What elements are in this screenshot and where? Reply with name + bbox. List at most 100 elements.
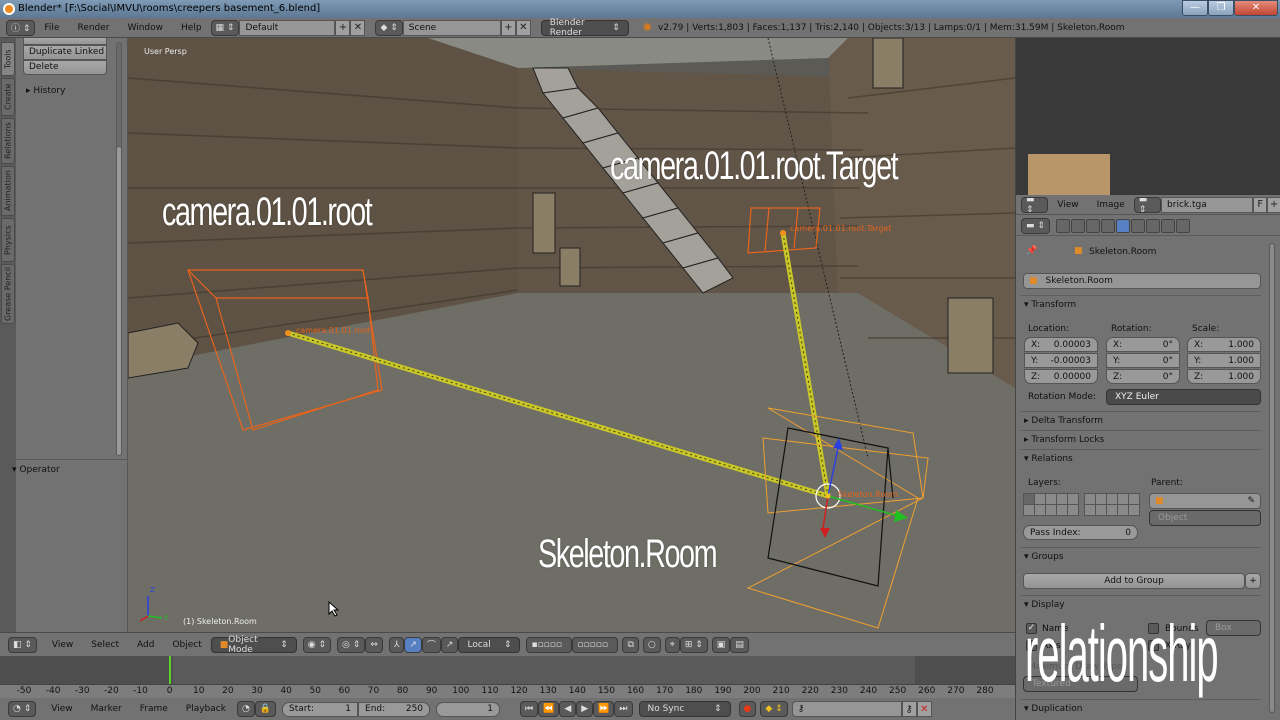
render-tab-icon[interactable] xyxy=(1055,218,1070,233)
close-button[interactable]: ✕ xyxy=(1234,0,1278,16)
parent-type-dropdown[interactable]: Object xyxy=(1149,510,1261,526)
object-tab-icon[interactable] xyxy=(1115,218,1130,233)
transform-locks-header[interactable]: ▸ Transform Locks xyxy=(1021,430,1261,448)
new-image-button[interactable]: + xyxy=(1267,196,1280,213)
tab-create[interactable]: Create xyxy=(1,78,15,116)
physics-tab-icon[interactable] xyxy=(1175,218,1190,233)
rotation-mode-dropdown[interactable]: XYZ Euler xyxy=(1106,389,1261,405)
menu-help[interactable]: Help xyxy=(172,23,211,33)
timeline-area[interactable] xyxy=(0,656,1015,684)
location-x-field[interactable]: X: 0.00003 xyxy=(1024,337,1098,352)
view3d-menu-object[interactable]: Object xyxy=(163,640,210,650)
minimize-button[interactable]: — xyxy=(1182,0,1208,16)
texture-tab-icon[interactable] xyxy=(1160,218,1175,233)
record-button[interactable]: ● xyxy=(738,701,757,717)
timeline-menu-playback[interactable]: Playback xyxy=(177,704,235,714)
scale-z-field[interactable]: Z: 1.000 xyxy=(1187,369,1261,384)
use-preview-range-icon[interactable]: ◔ xyxy=(236,701,255,717)
proportional-edit-icon[interactable]: ○ xyxy=(642,636,661,653)
view3d-menu-add[interactable]: Add xyxy=(128,640,163,650)
image-editor-type-button[interactable]: ▬ ⇕ xyxy=(1021,195,1049,215)
screen-layout-field[interactable]: Default xyxy=(239,19,336,36)
snap-icon[interactable]: ⌖ xyxy=(664,636,680,653)
jump-end-button[interactable]: ⏭ xyxy=(614,701,633,717)
layers-grid-2[interactable] xyxy=(1084,493,1140,516)
menu-render[interactable]: Render xyxy=(68,23,118,33)
remove-layout-button[interactable]: ✕ xyxy=(350,19,366,36)
view3d-menu-view[interactable]: View xyxy=(43,640,82,650)
add-group-plus-button[interactable]: + xyxy=(1245,573,1261,589)
lock-layers-icon[interactable]: ⧉ xyxy=(622,636,639,653)
image-editor-canvas[interactable] xyxy=(1016,38,1280,195)
timeline-menu-frame[interactable]: Frame xyxy=(131,704,177,714)
tab-physics[interactable]: Physics xyxy=(1,218,15,262)
scene-icon[interactable]: ◆ ⇕ xyxy=(375,19,403,36)
jump-start-button[interactable]: ⏮ xyxy=(520,701,539,717)
scene-field[interactable]: Scene xyxy=(402,19,501,36)
pivot-point-button[interactable]: ◎ ⇕ xyxy=(337,636,366,653)
properties-scrollbar[interactable] xyxy=(1269,243,1275,713)
image-name-field[interactable]: brick.tga xyxy=(1161,196,1254,213)
screen-layout-icon[interactable]: ▦ ⇕ xyxy=(210,19,240,36)
tab-tools[interactable]: Tools xyxy=(1,42,15,76)
constraints-tab-icon[interactable] xyxy=(1130,218,1145,233)
render-engine-dropdown[interactable]: Blender Render ⇕ xyxy=(540,18,629,38)
play-button[interactable]: ▶ xyxy=(576,701,594,717)
lock-time-icon[interactable]: 🔒 xyxy=(254,701,277,717)
add-to-group-button[interactable]: Add to Group xyxy=(1023,573,1245,589)
operator-panel-header[interactable]: ▾ Operator xyxy=(12,465,60,475)
tab-relations[interactable]: Relations xyxy=(1,118,15,164)
transform-panel-header[interactable]: ▾ Transform xyxy=(1021,295,1261,313)
3d-editor-type-button[interactable]: ◧ ⇕ xyxy=(8,636,37,653)
remove-scene-button[interactable]: ✕ xyxy=(515,19,531,36)
manipulator-rotate[interactable]: ⌒ xyxy=(421,636,441,653)
scale-x-field[interactable]: X: 1.000 xyxy=(1187,337,1261,352)
tool-shelf-scroll-thumb[interactable] xyxy=(116,146,122,456)
jump-keyframe-forward-button[interactable]: ⏩ xyxy=(593,701,615,717)
pin-icon[interactable]: 📌 xyxy=(1026,246,1037,256)
duplicate-linked-button[interactable]: Duplicate Linked xyxy=(23,45,107,60)
delta-transform-header[interactable]: ▸ Delta Transform xyxy=(1021,411,1261,429)
snap-element-icon[interactable]: ⊞ ⇕ xyxy=(679,636,708,653)
viewport-shading-button[interactable]: ◉ ⇕ xyxy=(302,636,332,653)
world-tab-icon[interactable] xyxy=(1100,218,1115,233)
rotation-y-field[interactable]: Y: 0° xyxy=(1106,353,1180,368)
timeline-menu-view[interactable]: View xyxy=(42,704,81,714)
groups-panel-header[interactable]: ▾ Groups xyxy=(1021,547,1261,565)
keying-set-field[interactable]: ⚷ xyxy=(791,701,902,717)
history-panel-header[interactable]: ▸ History xyxy=(26,86,65,96)
editor-type-info-button[interactable]: ⓘ ⇕ xyxy=(6,19,36,36)
opengl-render-icon[interactable]: ▣ xyxy=(711,636,731,653)
image-browse-button[interactable]: ▬ ⇕ xyxy=(1133,195,1162,215)
start-frame-field[interactable]: Start: 1 xyxy=(282,701,359,717)
current-frame-field[interactable]: 1 xyxy=(436,701,501,717)
timeline-editor-type-button[interactable]: ◔ ⇕ xyxy=(8,701,37,717)
layer-buttons-1[interactable]: ▪▫▫▫▫ xyxy=(526,636,573,653)
timeline-menu-marker[interactable]: Marker xyxy=(82,704,131,714)
jump-keyframe-back-button[interactable]: ⏪ xyxy=(538,701,560,717)
object-name-field[interactable]: ■ Skeleton.Room xyxy=(1023,273,1261,289)
menu-file[interactable]: File xyxy=(35,23,68,33)
scene-tab-icon[interactable] xyxy=(1085,218,1100,233)
eyedropper-icon[interactable]: ✎ xyxy=(1247,496,1255,506)
relations-panel-header[interactable]: ▾ Relations xyxy=(1021,449,1261,467)
manipulator-toggle[interactable]: ⇔ xyxy=(365,636,383,653)
maximize-button[interactable]: ❐ xyxy=(1208,0,1234,16)
rotation-x-field[interactable]: X: 0° xyxy=(1106,337,1180,352)
end-frame-field[interactable]: End: 250 xyxy=(358,701,431,717)
timeline-ruler[interactable]: -50 -40 -30 -20 -10 0 10 20 30 40 50 60 70 80 90 100 110… xyxy=(0,684,1015,698)
image-menu-view[interactable]: View xyxy=(1048,200,1087,210)
3d-viewport[interactable]: User Persp (1) Skeleton.Room Z Y camera.… xyxy=(128,38,1015,632)
rotation-z-field[interactable]: Z: 0° xyxy=(1106,369,1180,384)
image-menu-image[interactable]: Image xyxy=(1088,200,1134,210)
manipulator-scale[interactable]: ↗ xyxy=(440,636,459,653)
current-frame-indicator[interactable] xyxy=(168,656,171,684)
tab-grease-pencil[interactable]: Grease Pencil xyxy=(1,264,15,324)
scale-y-field[interactable]: Y: 1.000 xyxy=(1187,353,1261,368)
keying-set-button[interactable]: ◆ ⇕ xyxy=(760,701,788,717)
parent-field[interactable]: ■ ✎ xyxy=(1149,493,1261,509)
sync-mode-dropdown[interactable]: No Sync ⇕ xyxy=(638,701,731,717)
duplicate-button-partial[interactable] xyxy=(23,38,107,45)
mode-dropdown[interactable]: ■ Object Mode ⇕ xyxy=(210,635,297,655)
location-y-field[interactable]: Y: -0.00003 xyxy=(1024,353,1098,368)
